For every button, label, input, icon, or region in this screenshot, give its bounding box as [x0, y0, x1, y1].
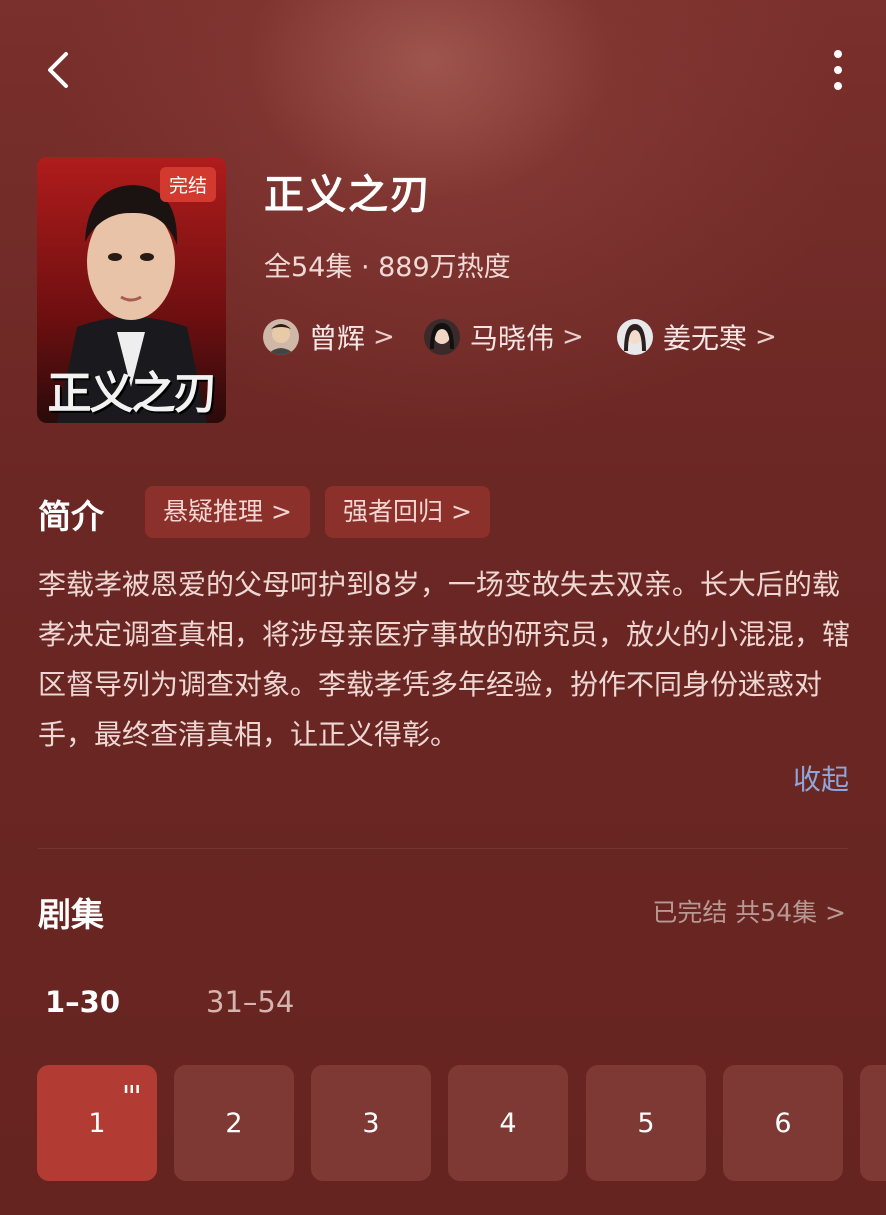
episode-button-next-peek[interactable]: [860, 1065, 886, 1181]
range-tab-31-54[interactable]: 31–54: [206, 985, 294, 1019]
episode-button-3[interactable]: 3: [311, 1065, 431, 1181]
show-poster[interactable]: 完结 正义之刃: [37, 157, 226, 423]
chevron-right-icon: >: [562, 322, 584, 352]
avatar: [617, 319, 653, 355]
back-button[interactable]: [38, 48, 82, 92]
collapse-button[interactable]: 收起: [793, 758, 849, 798]
top-bar: [0, 40, 886, 104]
range-tab-1-30[interactable]: 1–30: [45, 985, 120, 1019]
cast-member-1[interactable]: 曾辉 >: [263, 317, 395, 357]
episode-button-5[interactable]: 5: [586, 1065, 706, 1181]
cast-name: 姜无寒: [663, 322, 748, 355]
episode-number: 5: [637, 1107, 655, 1139]
episode-number: 2: [225, 1107, 243, 1139]
tag-suspense[interactable]: 悬疑推理 >: [145, 486, 310, 538]
episode-button-2[interactable]: 2: [174, 1065, 294, 1181]
episode-number: 6: [774, 1107, 792, 1139]
cast-name: 曾辉: [309, 322, 366, 355]
episodes-heading: 剧集: [38, 895, 104, 934]
episode-number: 3: [362, 1107, 380, 1139]
episode-button-1[interactable]: 1 ııı: [37, 1065, 157, 1181]
avatar: [424, 319, 460, 355]
intro-heading: 简介: [38, 497, 104, 536]
cast-name: 马晓伟: [470, 322, 555, 355]
tag-strong-return[interactable]: 强者回归 >: [325, 486, 490, 538]
cast-member-3[interactable]: 姜无寒 >: [617, 317, 777, 357]
episode-number: 4: [499, 1107, 517, 1139]
chevron-left-icon: [48, 52, 68, 88]
divider: [38, 848, 848, 849]
poster-title: 正义之刃: [47, 368, 218, 419]
episode-button-4[interactable]: 4: [448, 1065, 568, 1181]
playing-bars-icon: ııı: [123, 1081, 141, 1097]
chevron-right-icon: >: [373, 322, 395, 352]
avatar: [263, 319, 299, 355]
cast-member-2[interactable]: 马晓伟 >: [424, 317, 584, 357]
description-text: 李载孝被恩爱的父母呵护到8岁，一场变故失去双亲。长大后的载孝决定调查真相，将涉母…: [38, 568, 851, 751]
episode-number: 1: [88, 1107, 106, 1139]
episode-button-6[interactable]: 6: [723, 1065, 843, 1181]
more-vertical-icon: [834, 50, 842, 90]
more-button[interactable]: [826, 48, 850, 96]
show-title: 正义之刃: [264, 172, 432, 218]
status-badge: 完结: [159, 167, 216, 202]
episodes-status-link[interactable]: 已完结 共54集 >: [652, 893, 846, 929]
show-meta: 全54集 · 889万热度: [264, 252, 511, 283]
chevron-right-icon: >: [755, 322, 777, 352]
